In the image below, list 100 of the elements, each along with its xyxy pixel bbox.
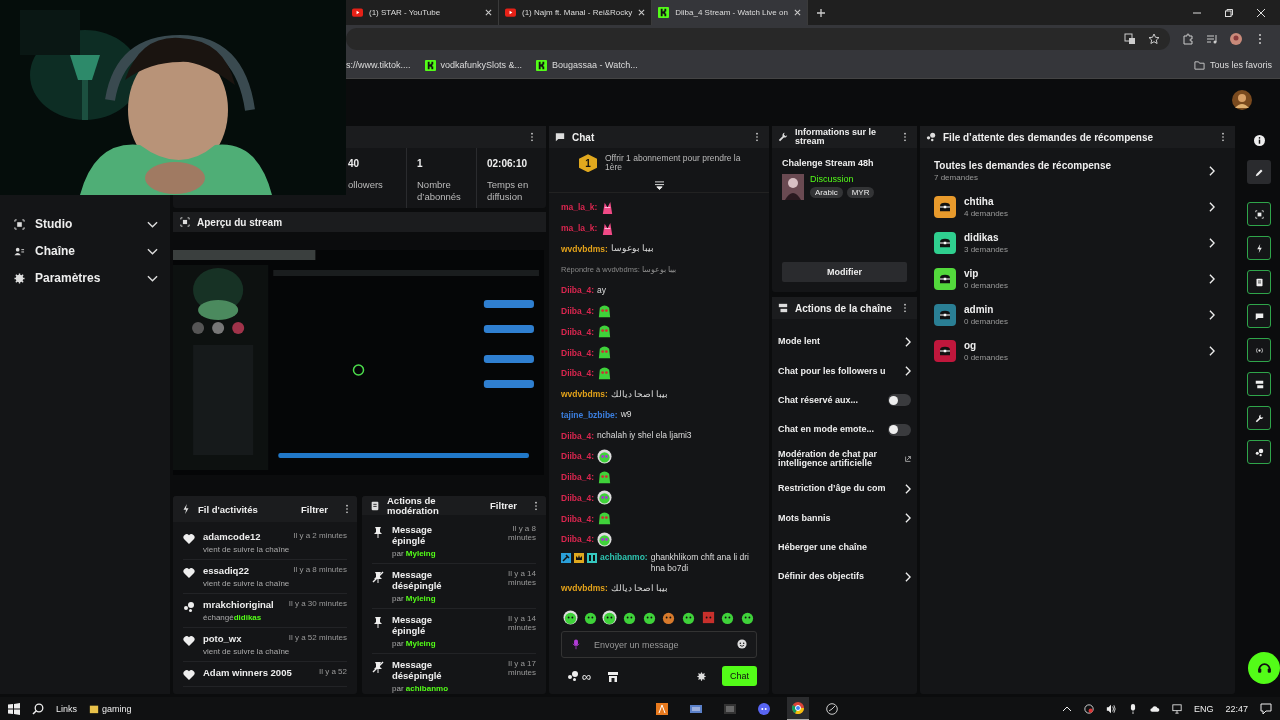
support-button[interactable] — [1248, 652, 1280, 684]
scan-button[interactable] — [1247, 202, 1271, 226]
sidebar-item[interactable]: Paramètres — [0, 265, 170, 292]
tag[interactable]: Arabic — [810, 187, 843, 198]
puzzle-icon[interactable] — [1182, 32, 1194, 45]
emote-icon[interactable] — [680, 610, 696, 625]
tag[interactable]: MYR — [846, 187, 875, 198]
emote-icon[interactable] — [739, 610, 755, 625]
start-icon[interactable] — [8, 702, 20, 715]
channel-action[interactable]: Mode lent — [778, 327, 911, 357]
note-button[interactable] — [1247, 270, 1271, 294]
restore-icon[interactable] — [1224, 7, 1234, 18]
filter-button[interactable]: Filtrer — [490, 500, 527, 511]
chat-username[interactable]: Diiba_4: — [561, 513, 595, 524]
chat-username[interactable]: ma_la_k: — [561, 223, 598, 234]
bookmark[interactable]: Bougassaa - Watch... — [536, 59, 638, 71]
channel-action[interactable]: Modération de chat par intelligence artificielle — [778, 444, 911, 474]
chat-username[interactable]: Diiba_4: — [561, 534, 595, 545]
username[interactable]: mrakchioriginal — [203, 599, 274, 610]
media-icon[interactable] — [1206, 32, 1218, 45]
toolbar-label[interactable]: Links — [56, 703, 77, 714]
chat-username[interactable]: wvdvbdms: — [561, 583, 608, 594]
chat-username[interactable]: Diiba_4: — [561, 368, 595, 379]
emote-icon[interactable] — [641, 610, 657, 625]
chat-username[interactable]: Diiba_4: — [561, 492, 595, 503]
chat-username[interactable]: Diiba_4: — [561, 472, 595, 483]
more-icon[interactable] — [345, 504, 349, 514]
chat-username[interactable]: Diiba_4: — [561, 285, 595, 296]
wrench-button[interactable] — [1247, 406, 1271, 430]
chat-username[interactable]: Diiba_4: — [561, 430, 595, 441]
chat-username[interactable]: Diiba_4: — [561, 451, 595, 462]
toggle-switch[interactable] — [888, 394, 911, 407]
emote-icon[interactable] — [621, 610, 637, 625]
more-icon[interactable] — [903, 303, 907, 313]
emote-icon[interactable] — [602, 610, 618, 625]
bookmark[interactable]: vodkafunkySlots &... — [424, 59, 523, 71]
points-button[interactable]: ∞ — [567, 668, 592, 684]
username[interactable]: essadiq22 — [203, 565, 249, 576]
channel-action[interactable]: Chat en mode emote... — [778, 415, 911, 445]
emoji-icon[interactable] — [737, 639, 747, 649]
translate-icon[interactable] — [1124, 32, 1136, 45]
settings-icon[interactable] — [697, 671, 706, 681]
chat-username[interactable]: Diiba_4: — [561, 326, 595, 337]
network-icon[interactable] — [1171, 703, 1182, 714]
stack-button[interactable] — [1247, 372, 1271, 396]
profile-avatar[interactable] — [1230, 32, 1242, 45]
reward-row[interactable]: admin 0 demandes — [920, 297, 1235, 333]
close-icon[interactable] — [485, 9, 492, 16]
signal-button[interactable] — [1247, 338, 1271, 362]
search-icon[interactable] — [32, 702, 44, 715]
chat-username[interactable]: Diiba_4: — [561, 347, 595, 358]
channel-action[interactable]: Définir des objectifs — [778, 562, 911, 592]
toggle-switch[interactable] — [888, 423, 911, 436]
folder-toolbar[interactable]: gaming — [89, 703, 132, 714]
channel-action[interactable]: Chat pour les followers u — [778, 356, 911, 386]
store-icon[interactable] — [607, 671, 620, 683]
reward-row[interactable]: og 0 demandes — [920, 333, 1235, 369]
notification-icon[interactable] — [1260, 702, 1272, 715]
all-bookmarks[interactable]: Tous les favoris — [1193, 59, 1272, 71]
volume-icon[interactable] — [1105, 703, 1116, 714]
star-icon[interactable] — [1148, 32, 1160, 45]
category-link[interactable]: Discussion — [810, 174, 875, 184]
more-icon[interactable] — [530, 132, 534, 142]
new-tab-icon[interactable] — [815, 7, 826, 18]
tray-icon[interactable] — [1083, 703, 1094, 714]
emote-icon[interactable] — [661, 610, 677, 625]
sidebar-item[interactable]: Chaîne — [0, 238, 170, 265]
channel-action[interactable]: Restriction d’âge du com — [778, 473, 911, 504]
dots-button[interactable] — [1247, 440, 1271, 464]
close-icon[interactable] — [638, 9, 646, 16]
gift-banner[interactable]: 1 Offrir 1 abonnement pour prendre la 1ère — [549, 148, 769, 179]
chat-username[interactable]: wvdvbdms: — [561, 243, 608, 254]
more-icon[interactable] — [755, 132, 759, 142]
emote-icon[interactable] — [563, 610, 578, 625]
close-icon[interactable] — [1256, 7, 1266, 18]
language-indicator[interactable]: ENG — [1193, 703, 1214, 714]
sidebar-item[interactable]: Studio — [0, 211, 170, 238]
reward-row[interactable]: Toutes les demandes de récompense 7 demandes — [920, 148, 1235, 189]
reward-row[interactable]: didikas 3 demandes — [920, 225, 1235, 261]
cloud-icon[interactable] — [1149, 703, 1160, 714]
username[interactable]: poto_wx — [203, 633, 242, 644]
channel-action[interactable]: Héberger une chaîne — [778, 532, 911, 563]
send-button[interactable]: Chat — [722, 666, 757, 686]
expand-icon[interactable] — [653, 180, 665, 190]
close-icon[interactable] — [793, 9, 801, 16]
more-icon[interactable] — [903, 132, 907, 142]
channel-action[interactable]: Mots bannis — [778, 503, 911, 533]
browser-tab[interactable]: Diiba_4 Stream - Watch Live on — [652, 0, 808, 25]
username[interactable]: Adam winners 2005 — [203, 667, 292, 678]
username[interactable]: adamcode12 — [203, 531, 261, 542]
emote-icon[interactable] — [720, 610, 736, 625]
more-icon[interactable] — [534, 500, 538, 511]
edit-button[interactable]: Modifier — [782, 262, 907, 282]
reward-row[interactable]: chtiha 4 demandes — [920, 189, 1235, 225]
emote-icon[interactable] — [582, 610, 598, 625]
chat-username[interactable]: wvdvbdms: — [561, 389, 608, 400]
edit-button[interactable] — [1247, 160, 1271, 184]
info-icon[interactable] — [1253, 135, 1265, 146]
message-field[interactable]: Envoyer un message — [561, 631, 757, 658]
browser-icon[interactable] — [786, 696, 809, 720]
